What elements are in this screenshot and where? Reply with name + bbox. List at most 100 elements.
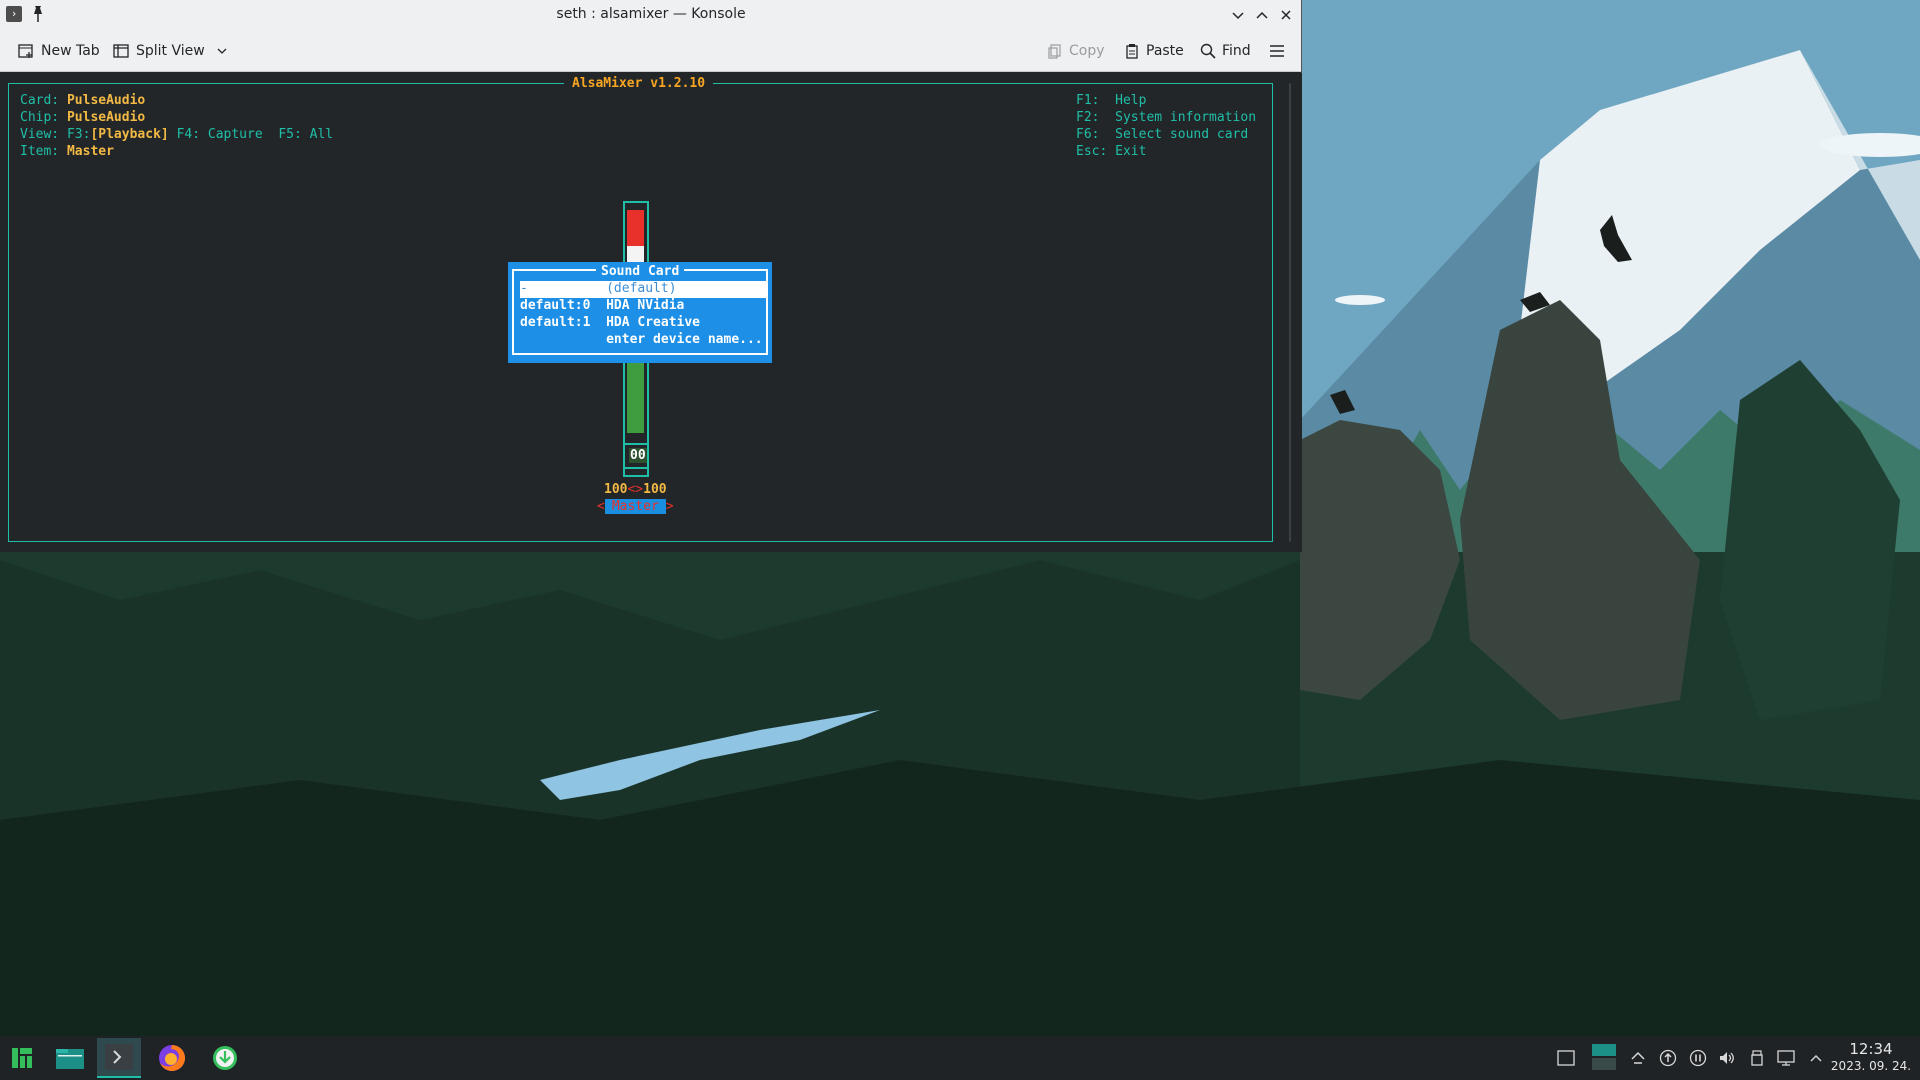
software-update-task[interactable]	[203, 1038, 247, 1078]
chip-line: Chip: PulseAudio	[20, 110, 145, 125]
card-label: Card:	[20, 93, 60, 108]
kdeconnect-icon	[1631, 1051, 1645, 1064]
firefox-task[interactable]	[150, 1038, 194, 1078]
chevron-up-icon	[1810, 1055, 1822, 1062]
new-tab-button[interactable]: New Tab	[17, 39, 100, 63]
right-level: 100	[643, 482, 667, 497]
konsole-toolbar: New Tab Split View Copy Paste Find	[0, 29, 1301, 72]
view-line: View: F3:[Playback] F4: Capture F5: All	[20, 127, 333, 142]
split-view-button[interactable]: Split View	[112, 39, 229, 63]
key-action: System information	[1115, 110, 1257, 125]
level-separator: <>	[627, 482, 644, 497]
sound-card-option-hda-nvidia[interactable]: default:0 HDA NVidia	[520, 298, 768, 315]
close-button[interactable]	[1276, 5, 1296, 25]
channel-arrow-left: <	[597, 499, 605, 514]
key-help-f1: F1: Help	[1076, 93, 1146, 108]
new-tab-label: New Tab	[41, 43, 100, 59]
application-launcher-button[interactable]	[0, 1038, 44, 1078]
volume-tray[interactable]	[1717, 1048, 1737, 1068]
copy-button[interactable]: Copy	[1047, 39, 1105, 63]
virtual-desktop-icon	[1592, 1044, 1616, 1070]
media-player-tray[interactable]	[1688, 1048, 1708, 1068]
key-action: Select sound card	[1115, 127, 1249, 142]
terminal-area[interactable]: AlsaMixer v1.2.10 Card: PulseAudio Chip:…	[0, 73, 1302, 552]
paste-button[interactable]: Paste	[1124, 39, 1184, 63]
left-level: 100	[604, 482, 628, 497]
chevron-up-icon	[1256, 11, 1268, 19]
find-label: Find	[1222, 43, 1251, 59]
view-playback: [Playback]	[90, 127, 169, 142]
maximize-button[interactable]	[1252, 5, 1272, 25]
alsamixer-title: AlsaMixer v1.2.10	[564, 76, 714, 91]
chevron-down-icon[interactable]	[215, 44, 229, 58]
folder-icon	[56, 1049, 84, 1069]
card-value: PulseAudio	[66, 93, 146, 108]
search-icon	[1200, 43, 1216, 59]
channel-arrow-right: >	[665, 499, 674, 514]
window-titlebar[interactable]: › seth : alsamixer — Konsole	[0, 0, 1301, 29]
konsole-window: › seth : alsamixer — Konsole New Tab Spl…	[0, 0, 1302, 552]
updates-tray[interactable]	[1658, 1048, 1678, 1068]
key-help-f2: F2: System information	[1076, 110, 1256, 125]
usb-drive-icon	[1751, 1050, 1763, 1066]
update-arrow-icon	[1659, 1049, 1677, 1067]
chip-value: PulseAudio	[66, 110, 146, 125]
sound-card-option-default[interactable]: - (default)	[520, 281, 768, 298]
minimize-button[interactable]	[1228, 5, 1248, 25]
card-line: Card: PulseAudio	[20, 93, 145, 108]
pause-icon	[1689, 1049, 1707, 1067]
item-line: Item: Master	[20, 144, 114, 159]
volume-levels: 100<>100	[604, 482, 667, 497]
key-action: Exit	[1115, 144, 1147, 159]
key-help-f6: F6: Select sound card	[1076, 127, 1248, 142]
removable-devices-tray[interactable]	[1747, 1048, 1767, 1068]
hamburger-menu-button[interactable]	[1268, 39, 1286, 63]
file-manager-task[interactable]	[48, 1038, 92, 1078]
sound-card-option-enter-device[interactable]: enter device name...	[520, 332, 768, 349]
copy-icon	[1048, 44, 1061, 59]
terminal-icon	[105, 1044, 133, 1070]
firefox-icon	[159, 1045, 185, 1071]
view-label: View:	[20, 127, 60, 142]
taskbar: 12:34 2023. 09. 24.	[0, 1036, 1920, 1080]
tray-expand-button[interactable]	[1806, 1048, 1826, 1068]
network-wired-icon	[1777, 1050, 1795, 1066]
channel-name: Master	[604, 499, 666, 514]
sound-card-dialog-title: Sound Card	[596, 264, 685, 279]
kdeconnect-tray[interactable]	[1628, 1048, 1648, 1068]
show-desktop-button[interactable]	[1556, 1048, 1576, 1068]
chip-label: Chip:	[20, 110, 60, 125]
hamburger-menu-icon	[1270, 45, 1284, 57]
find-button[interactable]: Find	[1200, 39, 1251, 63]
new-tab-icon	[18, 44, 33, 58]
digital-clock[interactable]: 12:34 2023. 09. 24.	[1826, 1040, 1916, 1074]
sound-card-option-hda-creative[interactable]: default:1 HDA Creative	[520, 315, 768, 332]
key-label: F6:	[1076, 127, 1100, 142]
close-icon	[1281, 10, 1291, 20]
clock-date: 2023. 09. 24.	[1830, 1059, 1912, 1073]
item-value: Master	[66, 144, 114, 159]
view-f3: F3:	[66, 127, 91, 142]
paste-icon	[1126, 44, 1138, 59]
desktop-icon	[1557, 1050, 1575, 1066]
channel-label[interactable]: < Master >	[597, 499, 674, 515]
clock-time: 12:34	[1849, 1040, 1893, 1058]
pager-widget[interactable]	[1592, 1044, 1616, 1070]
network-tray[interactable]	[1776, 1048, 1796, 1068]
key-label: F2:	[1076, 110, 1100, 125]
paste-label: Paste	[1146, 43, 1184, 59]
copy-label: Copy	[1069, 43, 1105, 59]
terminal-scrollbar[interactable]	[1286, 83, 1294, 542]
item-label: Item:	[20, 144, 60, 159]
chevron-down-icon	[1232, 12, 1244, 20]
konsole-task[interactable]	[97, 1038, 141, 1078]
speaker-icon	[1720, 1052, 1734, 1064]
manjaro-logo-icon	[12, 1048, 32, 1068]
window-title: seth : alsamixer — Konsole	[556, 6, 746, 22]
split-view-icon	[113, 44, 129, 58]
volume-bar-green-segment	[627, 358, 644, 433]
download-icon	[213, 1046, 237, 1070]
volume-bar-white-segment	[627, 246, 644, 262]
view-f4-capture: F4: Capture	[176, 127, 263, 142]
key-help-esc: Esc: Exit	[1076, 144, 1146, 159]
